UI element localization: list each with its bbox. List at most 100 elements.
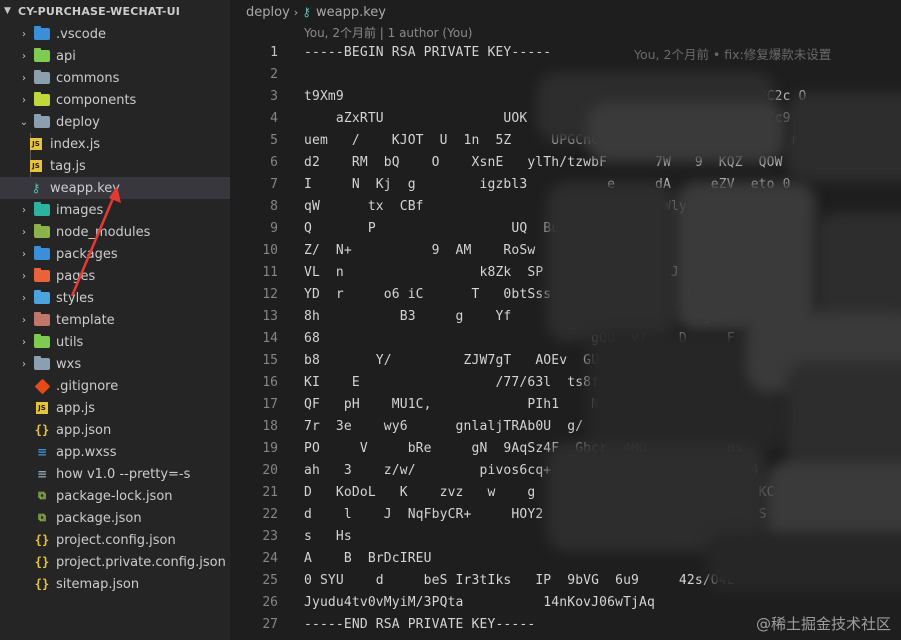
line-number: 25 bbox=[262, 572, 278, 588]
tree-item-label: template bbox=[56, 312, 115, 328]
file-tree: › .vscode › api › commons › components ⌄ deploy JS… bbox=[0, 23, 230, 595]
folder-item-commons[interactable]: › commons bbox=[0, 67, 230, 89]
chevron-right-icon[interactable]: › bbox=[16, 271, 32, 282]
tree-item-label: styles bbox=[56, 290, 94, 306]
folder-icon bbox=[34, 70, 50, 85]
tree-item-label: node_modules bbox=[56, 224, 151, 240]
line-number: 19 bbox=[262, 440, 278, 456]
template-folder-icon bbox=[34, 312, 50, 327]
explorer-root-header[interactable]: ▼ CY-PURCHASE-WECHAT-UI bbox=[0, 0, 230, 22]
file-item-sitemap-json[interactable]: {} sitemap.json bbox=[0, 573, 230, 595]
chevron-right-icon[interactable]: › bbox=[16, 29, 32, 40]
line-text: -----BEGIN RSA PRIVATE KEY----- bbox=[304, 44, 552, 60]
chevron-down-icon: ▼ bbox=[4, 6, 12, 16]
vscode-folder-icon bbox=[34, 26, 50, 41]
tree-item-label: api bbox=[56, 48, 76, 64]
git-file-icon bbox=[34, 378, 50, 394]
tree-item-label: packages bbox=[56, 246, 118, 262]
npm-file-icon: ⧉ bbox=[38, 489, 46, 502]
line-number: 16 bbox=[262, 374, 278, 390]
tree-item-label: .gitignore bbox=[56, 378, 119, 394]
tree-item-label: sitemap.json bbox=[56, 576, 140, 592]
folder-item-packages[interactable]: › packages bbox=[0, 243, 230, 265]
chevron-right-icon[interactable]: › bbox=[16, 337, 32, 348]
chevron-right-icon[interactable]: › bbox=[16, 51, 32, 62]
folder-item-styles[interactable]: › styles bbox=[0, 287, 230, 309]
tree-item-label: package-lock.json bbox=[56, 488, 173, 504]
folder-item-vscode[interactable]: › .vscode bbox=[0, 23, 230, 45]
node-modules-folder-icon bbox=[34, 224, 50, 239]
chevron-right-icon: › bbox=[293, 5, 299, 19]
json-file-icon: {} bbox=[34, 423, 50, 437]
line-number: 9 bbox=[270, 220, 278, 236]
tree-item-label: weapp.key bbox=[50, 180, 120, 196]
chevron-right-icon[interactable]: › bbox=[16, 205, 32, 216]
key-file-icon: ⚷ bbox=[302, 5, 311, 19]
folder-item-pages[interactable]: › pages bbox=[0, 265, 230, 287]
chevron-right-icon[interactable]: › bbox=[16, 249, 32, 260]
file-item-how-v1-0-pretty-s[interactable]: ≡ how v1.0 --pretty=-s bbox=[0, 463, 230, 485]
blame-codelens[interactable]: You, 2个月前 | 1 author (You) bbox=[304, 24, 472, 41]
explorer-sidebar: ▼ CY-PURCHASE-WECHAT-UI › .vscode › api › com… bbox=[0, 0, 230, 640]
watermark: @稀土掘金技术社区 bbox=[755, 615, 891, 633]
folder-item-utils[interactable]: › utils bbox=[0, 331, 230, 353]
line-number: 20 bbox=[262, 462, 278, 478]
line-number: 6 bbox=[270, 154, 278, 170]
folder-item-node-modules[interactable]: › node_modules bbox=[0, 221, 230, 243]
folder-item-components[interactable]: › components bbox=[0, 89, 230, 111]
utils-folder-icon bbox=[34, 334, 50, 349]
chevron-right-icon[interactable]: › bbox=[16, 293, 32, 304]
folder-item-deploy[interactable]: ⌄ deploy bbox=[0, 111, 230, 133]
js-file-icon: JS bbox=[34, 401, 50, 415]
tree-item-label: utils bbox=[56, 334, 84, 350]
folder-item-images[interactable]: › images bbox=[0, 199, 230, 221]
tree-item-label: components bbox=[56, 92, 137, 108]
line-number: 17 bbox=[262, 396, 278, 412]
chevron-right-icon[interactable]: › bbox=[16, 315, 32, 326]
line-number: 7 bbox=[270, 176, 278, 192]
chevron-right-icon[interactable]: › bbox=[16, 73, 32, 84]
tree-item-label: project.config.json bbox=[56, 532, 176, 548]
line-number: 4 bbox=[270, 110, 278, 126]
line-number: 18 bbox=[262, 418, 278, 434]
file-item-app-js[interactable]: JS app.js bbox=[0, 397, 230, 419]
chevron-right-icon[interactable]: › bbox=[16, 227, 32, 238]
file-item-package-lock-json[interactable]: ⧉ package-lock.json bbox=[0, 485, 230, 507]
line-number: 1 bbox=[270, 44, 278, 60]
images-folder-icon bbox=[34, 202, 50, 217]
tree-item-label: app.js bbox=[56, 400, 95, 416]
tree-item-label: images bbox=[56, 202, 104, 218]
folder-item-wxs[interactable]: › wxs bbox=[0, 353, 230, 375]
chevron-right-icon[interactable]: › bbox=[16, 359, 32, 370]
css-file-icon: ≡ bbox=[36, 445, 48, 459]
chevron-right-icon[interactable]: › bbox=[16, 95, 32, 106]
file-item-app-json[interactable]: {} app.json bbox=[0, 419, 230, 441]
chevron-down-icon[interactable]: ⌄ bbox=[16, 117, 32, 128]
file-item-gitignore[interactable]: .gitignore bbox=[0, 375, 230, 397]
file-item-project-private-config-json[interactable]: {} project.private.config.json bbox=[0, 551, 230, 573]
inline-blame-annotation: You, 2个月前 • fix:修复爆款未设置 bbox=[634, 47, 832, 62]
tree-item-label: pages bbox=[56, 268, 96, 284]
breadcrumb-item-weapp-key[interactable]: weapp.key bbox=[316, 5, 386, 20]
breadcrumb-item-deploy[interactable]: deploy bbox=[246, 5, 290, 20]
tree-item-label: app.wxss bbox=[56, 444, 117, 460]
file-item-project-config-json[interactable]: {} project.config.json bbox=[0, 529, 230, 551]
file-item-index-js[interactable]: JS index.js bbox=[0, 133, 230, 155]
packages-folder-icon bbox=[34, 246, 50, 261]
line-number: 3 bbox=[270, 88, 278, 104]
file-item-package-json[interactable]: ⧉ package.json bbox=[0, 507, 230, 529]
tree-item-label: project.private.config.json bbox=[56, 554, 226, 570]
folder-item-template[interactable]: › template bbox=[0, 309, 230, 331]
file-item-tag-js[interactable]: JS tag.js bbox=[0, 155, 230, 177]
file-item-app-wxss[interactable]: ≡ app.wxss bbox=[0, 441, 230, 463]
styles-folder-icon bbox=[34, 290, 50, 305]
folder-item-api[interactable]: › api bbox=[0, 45, 230, 67]
redaction-blur bbox=[526, 62, 901, 607]
tree-item-label: app.json bbox=[56, 422, 112, 438]
tree-item-label: package.json bbox=[56, 510, 142, 526]
explorer-root-label: CY-PURCHASE-WECHAT-UI bbox=[18, 4, 181, 18]
line-number: 8 bbox=[270, 198, 278, 214]
line-number: 15 bbox=[262, 352, 278, 368]
file-item-weapp-key[interactable]: ⚷ weapp.key bbox=[0, 177, 230, 199]
line-number: 12 bbox=[262, 286, 278, 302]
